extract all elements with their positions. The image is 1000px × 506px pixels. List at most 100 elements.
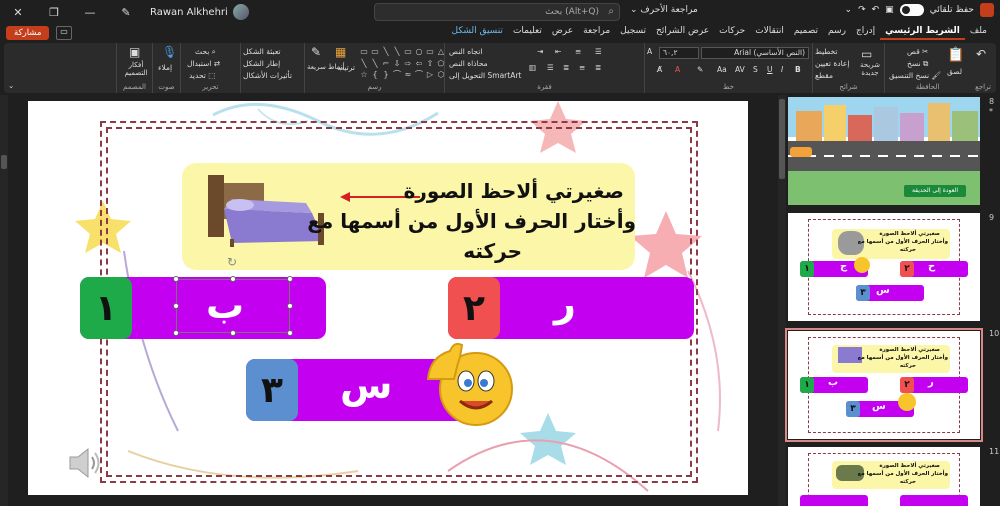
tab-review[interactable]: مراجعة (578, 24, 615, 40)
undo-icon[interactable]: ↶ (872, 5, 880, 15)
tab-transitions[interactable]: انتقالات (750, 24, 789, 40)
align-right-icon[interactable]: ≣ (595, 63, 601, 72)
speaker-icon[interactable] (68, 447, 102, 479)
shapes-gallery[interactable]: ▭ ▭ ╲ ╲ ▭ ○ ▭ △ ╲ ╲ ⌐ ⇩ ⇨ ⇦ ⇧ ⬠ ☆{} ⌒ ≈ ⌒ ▷ ⬡ (359, 47, 444, 81)
italic-button[interactable]: I (781, 65, 783, 74)
smartart-button[interactable]: التحويل إلى SmartArt (449, 71, 521, 80)
align-left-icon[interactable]: ≣ (563, 63, 569, 72)
rotate-handle-icon[interactable]: ↻ (227, 255, 237, 269)
strikethrough-button[interactable]: S (753, 65, 758, 74)
tab-file[interactable]: ملف (965, 24, 992, 40)
replace-button[interactable]: استبدال ⇄ (187, 59, 220, 68)
font-name-select[interactable]: Arial (النص الأساسي) (701, 47, 809, 59)
resize-handle[interactable] (287, 276, 293, 282)
char-spacing-icon[interactable]: AV (735, 65, 745, 74)
new-slide-button[interactable]: شريحة جديدة (855, 61, 885, 77)
question-line-2: وأختار الحرف الأول من أسمها مع (857, 471, 948, 477)
arrange-icon[interactable]: ▦ (335, 45, 346, 59)
justify-icon[interactable]: ☰ (547, 63, 554, 72)
layout-button[interactable]: تخطيط (815, 47, 837, 56)
paste-icon[interactable]: 📋 (947, 47, 964, 63)
tab-record[interactable]: تسجيل (615, 24, 651, 40)
tab-slideshow[interactable]: عرض الشرائح (651, 24, 714, 40)
thumbnail-slide-11[interactable]: صغيرتي ألاحظ الصورة وأختار الحرف الأول م… (788, 447, 980, 506)
microphone-icon[interactable]: 🎙 (162, 45, 177, 59)
section-button[interactable]: مقطع (815, 71, 833, 80)
design-ideas-icon[interactable]: ▣ (129, 45, 140, 59)
tab-animations[interactable]: حركات (714, 24, 750, 40)
resize-handle[interactable] (173, 276, 179, 282)
shape-fill-button[interactable]: تعبئة الشكل (243, 47, 281, 56)
quick-styles-icon[interactable]: ✎ (311, 45, 321, 59)
thumbnail-slide-10[interactable]: صغيرتي ألاحظ الصورة وأختار الحرف الأول م… (785, 328, 983, 442)
copy-button[interactable]: نسخ ⧉ (907, 59, 928, 69)
tab-view[interactable]: عرض (547, 24, 578, 40)
columns-icon[interactable]: ▥ (529, 63, 536, 72)
tab-insert[interactable]: إدراج (851, 24, 880, 40)
slide-thumbnails-pane: 8 * العودة إلى الحديقة 9 صغيرتي ألاحظ ال… (778, 95, 1000, 506)
highlight-icon[interactable]: ✎ (697, 65, 703, 74)
increase-indent-icon[interactable]: ⇥ (537, 47, 543, 56)
thumbnail-slide-8[interactable]: العودة إلى الحديقة (788, 97, 980, 205)
font-color-icon[interactable]: A (675, 65, 680, 74)
font-grow-icon[interactable]: A (647, 47, 652, 56)
pen-icon[interactable]: ✎ (108, 0, 144, 24)
comment-icon[interactable]: ▭ (56, 26, 72, 40)
share-button[interactable]: مشاركة (6, 26, 50, 40)
new-slide-icon[interactable]: ▭ (861, 47, 872, 61)
resize-handle[interactable] (173, 330, 179, 336)
thumbnails-scrollbar[interactable] (778, 95, 786, 506)
dictate-button[interactable]: إملاء (158, 63, 172, 72)
decrease-indent-icon[interactable]: ⇤ (555, 47, 561, 56)
selection-box[interactable] (176, 279, 290, 333)
thumbs-up-smiley-icon[interactable] (424, 339, 516, 429)
find-button[interactable]: بحث ⌕ (195, 47, 216, 57)
search-input[interactable]: بحث (Alt+Q) ⌕ (374, 3, 620, 21)
cut-button[interactable]: قص ✂ (907, 47, 928, 56)
redo-icon[interactable]: ↷ (858, 5, 866, 15)
answer-letter-3[interactable]: س (340, 363, 392, 407)
shape-effects-button[interactable]: تأثيرات الأشكال (243, 71, 292, 80)
document-title[interactable]: ⌄ مراجعة الأحرف (630, 5, 698, 15)
shape-outline-button[interactable]: إطار الشكل (243, 59, 280, 68)
align-text-button[interactable]: محاذاة النص (449, 59, 488, 68)
tab-home[interactable]: الشريط الرئيسي (880, 24, 965, 40)
user-account[interactable]: Rawan Alkhehri (150, 4, 249, 20)
font-size-select[interactable]: ٦٠,٢ (659, 47, 699, 59)
text-direction-button[interactable]: اتجاه النص (449, 47, 482, 56)
bullets-icon[interactable]: ☰ (595, 47, 602, 56)
reset-button[interactable]: إعادة تعيين (815, 59, 849, 68)
underline-button[interactable]: U (767, 65, 773, 74)
resize-handle[interactable] (230, 276, 236, 282)
resize-handle[interactable] (173, 303, 179, 309)
customize-toolbar-icon[interactable]: ⌄ (845, 5, 853, 15)
save-icon[interactable]: ▣ (885, 5, 894, 15)
paste-button[interactable]: لصق (947, 67, 962, 76)
clear-formatting-icon[interactable]: A̸ (657, 65, 662, 74)
quick-styles-button[interactable]: أنماط سريعة (307, 63, 345, 71)
answer-letter-2[interactable]: ر (554, 281, 576, 325)
resize-handle[interactable] (287, 330, 293, 336)
align-center-icon[interactable]: ≡ (579, 63, 585, 72)
undo-icon[interactable]: ↶ (976, 47, 986, 61)
select-button[interactable]: تحديد ⬚ (189, 71, 215, 80)
editor-scrollbar[interactable] (0, 95, 8, 506)
close-window-icon[interactable]: ✕ (0, 0, 36, 24)
design-ideas-button[interactable]: أفكار التصميم (121, 61, 151, 77)
tab-shape-format[interactable]: تنسيق الشكل (447, 24, 508, 40)
tab-help[interactable]: تعليمات (508, 24, 547, 40)
minimize-window-icon[interactable]: — (72, 0, 108, 24)
autosave-toggle[interactable] (899, 4, 924, 16)
slide-canvas[interactable]: صغيرتي ألاحظ الصورة وأختار الحرف الأول م… (28, 101, 748, 495)
resize-handle[interactable] (287, 303, 293, 309)
bold-button[interactable]: B (795, 65, 801, 74)
thumbnail-slide-9[interactable]: صغيرتي ألاحظ الصورة وأختار الحرف الأول م… (788, 213, 980, 321)
resize-handle[interactable] (230, 330, 236, 336)
restore-window-icon[interactable]: ❐ (36, 0, 72, 24)
collapse-ribbon-icon[interactable]: ⌄ (8, 81, 14, 90)
tab-draw[interactable]: رسم (823, 24, 851, 40)
format-painter-button[interactable]: نسخ التنسيق 🖌 (889, 71, 941, 80)
numbering-icon[interactable]: ≡ (575, 47, 581, 56)
change-case-icon[interactable]: Aa (717, 65, 727, 74)
tab-design[interactable]: تصميم (789, 24, 823, 40)
